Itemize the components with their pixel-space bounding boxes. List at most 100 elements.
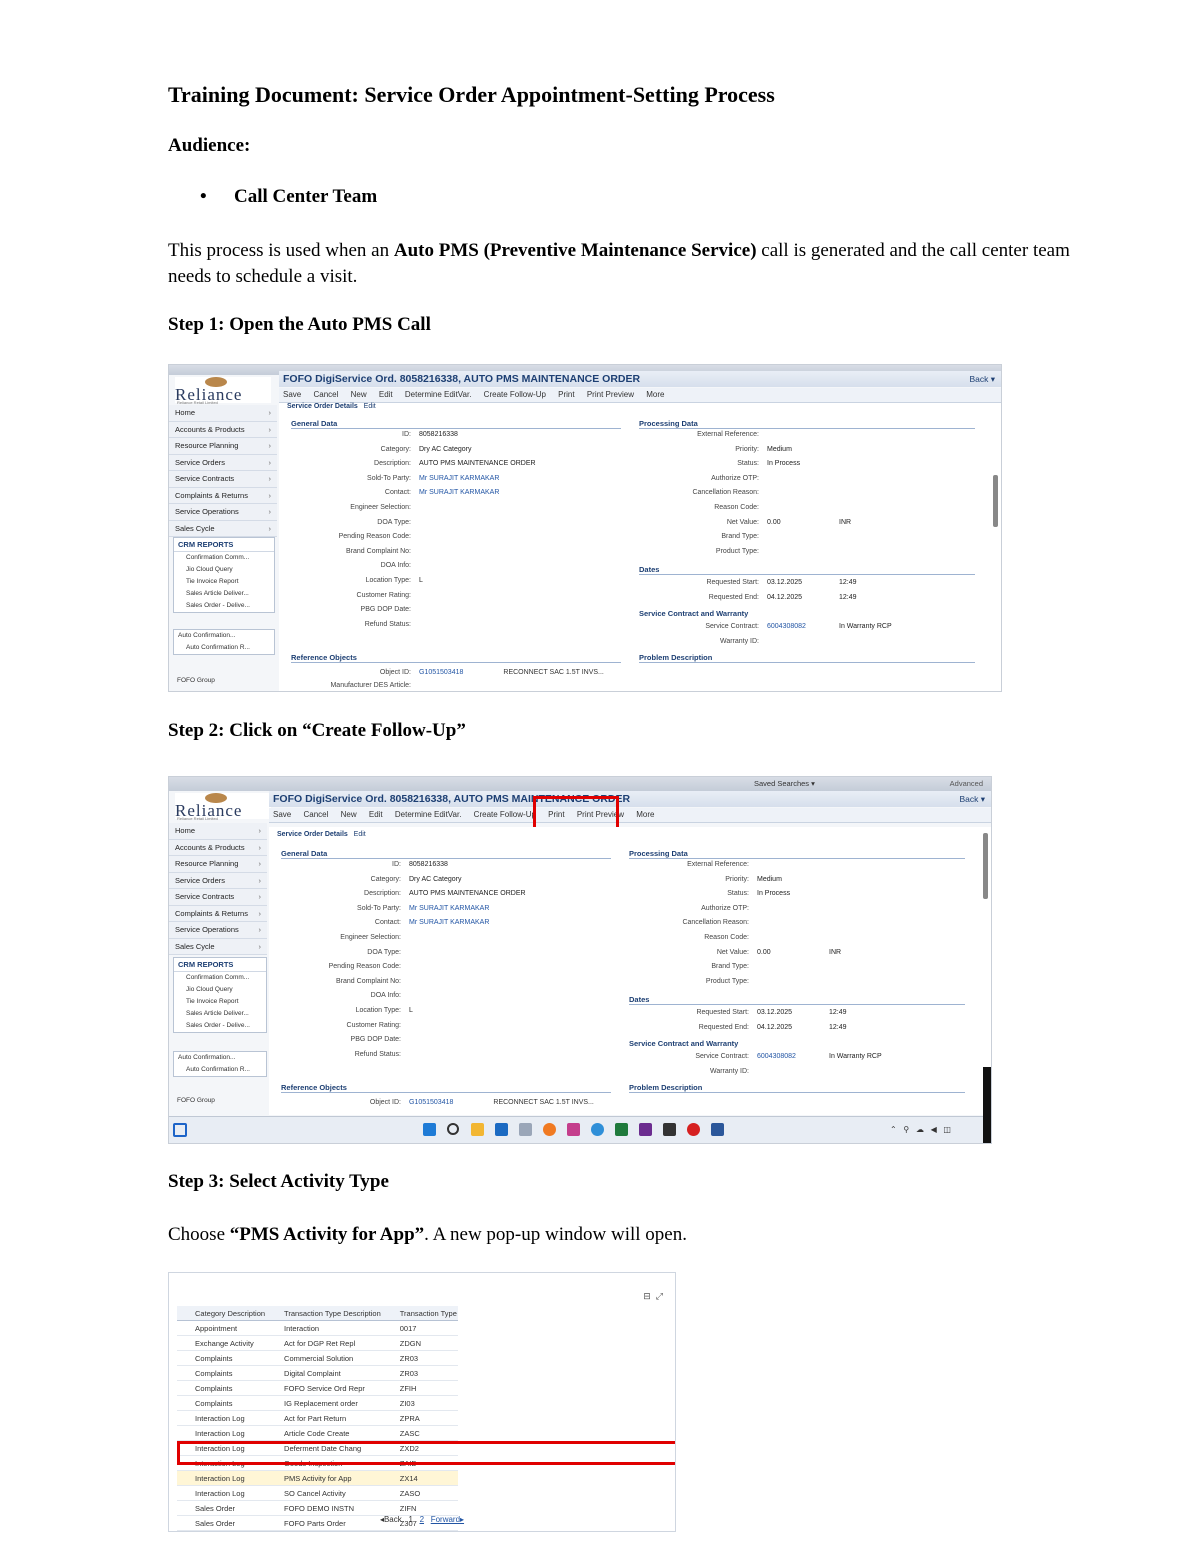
auto-conf-link[interactable]: Auto Confirmation R... [174, 642, 274, 654]
report-link[interactable]: Tie Invoice Report [174, 996, 266, 1008]
table-row[interactable]: Interaction Log SO Cancel Activity ZASO [177, 1485, 458, 1501]
toolbar-edit[interactable]: Edit [369, 810, 383, 819]
field-value-2: INR [839, 518, 852, 526]
field-value[interactable]: Mr SURAJIT KARMAKAR [419, 475, 499, 482]
field-label: Service Contract: [695, 1053, 749, 1060]
transaction-type-table: Category Description Transaction Type De… [177, 1306, 458, 1531]
report-link[interactable]: Confirmation Comm... [174, 972, 266, 984]
app-icon[interactable] [663, 1123, 676, 1136]
toolbar-cancel[interactable]: Cancel [303, 810, 328, 819]
field-value[interactable]: Mr SURAJIT KARMAKAR [409, 905, 489, 912]
system-tray-icons[interactable]: ⌃ ⚲ ☁ ◀ ◫ [890, 1125, 951, 1134]
scrollbar[interactable] [993, 475, 998, 527]
pager-back[interactable]: ◂Back [380, 1515, 402, 1524]
edge-icon[interactable] [591, 1123, 604, 1136]
nav-item-sales-cycle[interactable]: Sales Cycle [169, 939, 267, 955]
report-link[interactable]: Jio Cloud Query [174, 984, 266, 996]
pager-page[interactable]: 2 [420, 1515, 424, 1524]
toolbar-more[interactable]: More [646, 390, 664, 399]
field-row: Service Contract: 6004308082 In Warranty R… [629, 1053, 881, 1060]
app-icon[interactable] [567, 1123, 580, 1136]
report-link[interactable]: Sales Order - Delive... [174, 1020, 266, 1032]
table-row[interactable]: Complaints FOFO Service Ord Repr ZFIH [177, 1380, 458, 1396]
toolbar-print[interactable]: Print [558, 390, 574, 399]
field-value[interactable]: 6004308082 [757, 1053, 796, 1060]
table-row[interactable]: Sales Order FOFO DEMO INSTN ZIFN [177, 1500, 458, 1516]
field-value[interactable]: 6004308082 [767, 623, 806, 630]
toolbar-print-preview[interactable]: Print Preview [587, 390, 634, 399]
back-button[interactable]: Back ▾ [969, 374, 995, 385]
pager-forward[interactable]: Forward▸ [431, 1515, 464, 1524]
field-label: DOA Type: [367, 948, 401, 956]
pager-page[interactable]: 1 [408, 1515, 412, 1524]
nav-item-service-contracts[interactable]: Service Contracts [169, 471, 277, 488]
teams-icon[interactable] [639, 1123, 652, 1136]
auto-conf-header[interactable]: Auto Confirmation... [174, 630, 274, 642]
toolbar-save[interactable]: Save [273, 810, 291, 819]
auto-conf-header[interactable]: Auto Confirmation... [174, 1052, 266, 1064]
table-row[interactable]: Complaints IG Replacement order ZI03 [177, 1395, 458, 1411]
folder-icon[interactable] [471, 1123, 484, 1136]
auto-conf-link[interactable]: Auto Confirmation R... [174, 1064, 266, 1076]
nav-item-home[interactable]: Home [169, 823, 267, 840]
field-value[interactable]: Mr SURAJIT KARMAKAR [409, 919, 489, 926]
nav-item-resource[interactable]: Resource Planning [169, 856, 267, 873]
sap-window-title: FOFO DigiService Ord. 8058216338, AUTO P… [269, 791, 991, 807]
table-row[interactable]: Complaints Commercial Solution ZR03 [177, 1350, 458, 1366]
table-row[interactable]: Sales OrderStore Credits Ntr OrdZXCS [177, 1530, 458, 1531]
nav-item-service-operations[interactable]: Service Operations [169, 922, 267, 939]
toolbar-determine[interactable]: Determine EditVar. [405, 390, 472, 399]
nav-item-sales-cycle[interactable]: Sales Cycle [169, 521, 277, 537]
excel-icon[interactable] [615, 1123, 628, 1136]
table-row-pms-activity[interactable]: Interaction Log PMS Activity for App ZX14 [177, 1470, 458, 1486]
toolbar-edit[interactable]: Edit [379, 390, 393, 399]
outlook-icon[interactable] [495, 1123, 508, 1136]
column-header[interactable]: Transaction Type [381, 1306, 458, 1321]
app-icon[interactable] [519, 1123, 532, 1136]
back-button[interactable]: Back ▾ [959, 794, 985, 805]
table-row[interactable]: Appointment Interaction 0017 [177, 1320, 458, 1336]
toolbar-new[interactable]: New [351, 390, 367, 399]
report-link[interactable]: Sales Article Deliver... [174, 1008, 266, 1020]
nav-item-accounts[interactable]: Accounts & Products [169, 840, 267, 856]
nav-item-service-contracts[interactable]: Service Contracts [169, 889, 267, 906]
report-link[interactable]: Tie Invoice Report [174, 576, 274, 588]
nav-item-service-operations[interactable]: Service Operations [169, 504, 277, 521]
browser-icon[interactable] [543, 1123, 556, 1136]
start-icon[interactable] [423, 1123, 436, 1136]
nav-item-resource[interactable]: Resource Planning [169, 438, 277, 455]
scrollbar[interactable] [983, 833, 988, 899]
toolbar-determine[interactable]: Determine EditVar. [395, 810, 462, 819]
side-toolbar[interactable] [983, 1067, 991, 1143]
fofo-group-label[interactable]: FOFO Group [173, 675, 273, 687]
toolbar-create-follow-up[interactable]: Create Follow-Up [474, 810, 536, 819]
field-value[interactable]: Mr SURAJIT KARMAKAR [419, 489, 499, 496]
window-icon[interactable] [173, 1123, 187, 1137]
report-link[interactable]: Jio Cloud Query [174, 564, 274, 576]
nav-item-home[interactable]: Home [169, 405, 277, 422]
report-link[interactable]: Sales Order - Delive... [174, 600, 274, 612]
report-link[interactable]: Confirmation Comm... [174, 552, 274, 564]
fofo-group-label[interactable]: FOFO Group [173, 1095, 265, 1107]
nav-item-service-orders[interactable]: Service Orders [169, 455, 277, 471]
toolbar-cancel[interactable]: Cancel [313, 390, 338, 399]
nav-item-accounts[interactable]: Accounts & Products [169, 422, 277, 438]
table-row[interactable]: Complaints Digital Complaint ZR03 [177, 1365, 458, 1381]
column-header[interactable]: Category Description [177, 1306, 267, 1321]
column-header[interactable]: Transaction Type Description [266, 1306, 382, 1321]
word-icon[interactable] [711, 1123, 724, 1136]
nav-item-service-orders[interactable]: Service Orders [169, 873, 267, 889]
table-row[interactable]: Interaction Log Article Code Create ZASC [177, 1425, 458, 1441]
table-row[interactable]: Exchange Activity Act for DGP Ret Repl ZDG… [177, 1335, 458, 1351]
toolbar-create-follow-up[interactable]: Create Follow-Up [484, 390, 546, 399]
popup-window-icons[interactable]: ⊟ ⤢ [643, 1291, 663, 1302]
toolbar-more[interactable]: More [636, 810, 654, 819]
nav-item-complaints[interactable]: Complaints & Returns [169, 488, 277, 504]
report-link[interactable]: Sales Article Deliver... [174, 588, 274, 600]
search-icon[interactable] [447, 1123, 459, 1135]
table-row[interactable]: Interaction Log Act for Part Return ZPRA [177, 1410, 458, 1426]
nav-item-complaints[interactable]: Complaints & Returns [169, 906, 267, 922]
toolbar-new[interactable]: New [341, 810, 357, 819]
chrome-icon[interactable] [687, 1123, 700, 1136]
toolbar-save[interactable]: Save [283, 390, 301, 399]
